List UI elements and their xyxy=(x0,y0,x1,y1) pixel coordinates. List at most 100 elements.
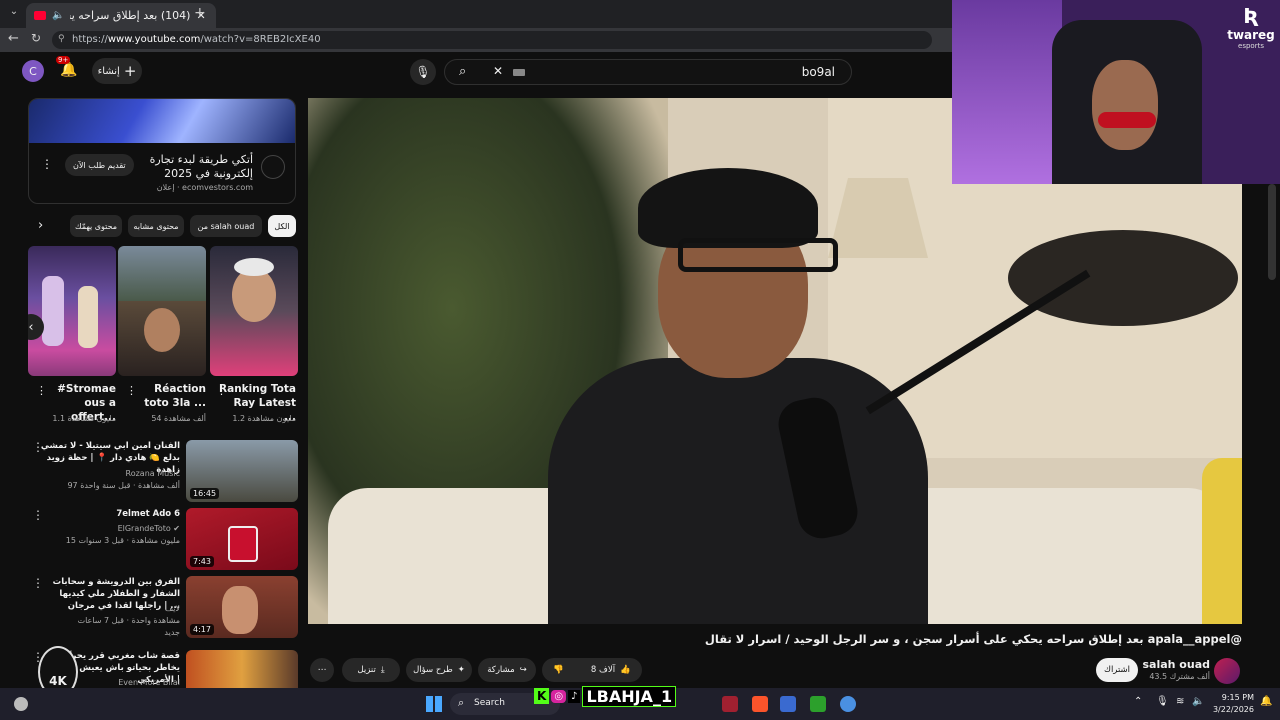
tab-title: (104) بعد إطلاق سراحه يحكي ع... xyxy=(70,9,191,22)
ask-button[interactable]: طرح سؤال ✦ xyxy=(406,658,472,682)
avatar[interactable]: C xyxy=(22,60,44,82)
like-icon[interactable]: 👍 xyxy=(620,665,631,675)
channel-name[interactable]: ElGrandeToto ✔ xyxy=(40,524,180,533)
chip-more-for-you[interactable]: محتوى يهمّك xyxy=(70,215,122,237)
guest-glasses xyxy=(678,238,838,272)
short-thumbnail-3[interactable] xyxy=(28,246,116,376)
ad-card[interactable]: أتكي طريقة لبدء تجارة إلكترونية في 2025 … xyxy=(28,98,296,204)
video-thumbnail[interactable]: 7:43 xyxy=(186,508,298,570)
short-thumbnail-2[interactable] xyxy=(118,246,206,376)
keyboard-icon[interactable] xyxy=(513,69,525,76)
browser-tab[interactable]: 🔈 (104) بعد إطلاق سراحه يحكي ع... ✕ xyxy=(26,3,216,28)
clock-time[interactable]: 9:15 PM xyxy=(1210,693,1254,702)
new-tab-icon[interactable]: + xyxy=(194,5,206,21)
clear-search-icon[interactable]: ✕ xyxy=(493,64,503,78)
taskbar-app-icon[interactable] xyxy=(780,696,796,712)
list-item[interactable]: 7:43 7elmet Ado 6 ElGrandeToto ✔ 15 مليو… xyxy=(28,508,298,572)
ad-logo xyxy=(261,155,285,179)
chips-prev-chevron-icon[interactable]: › xyxy=(38,218,43,233)
share-label: مشاركة xyxy=(487,665,515,675)
video-thumbnail[interactable]: 16:45 xyxy=(186,440,298,502)
brave-icon[interactable] xyxy=(752,696,768,712)
video-title[interactable]: 7elmet Ado 6 xyxy=(40,508,180,520)
weather-widget-icon[interactable] xyxy=(14,697,28,711)
microphone-icon: 🎙 xyxy=(415,65,431,79)
share-icon: ↪ xyxy=(519,665,527,675)
download-button[interactable]: تنزيل ⤓ xyxy=(342,658,400,682)
channel-name[interactable]: Rozana Music xyxy=(40,469,180,478)
video-thumbnail[interactable]: 4:17 xyxy=(186,576,298,638)
sparkle-icon: ✦ xyxy=(457,665,465,675)
guest-cap xyxy=(638,168,818,248)
clock-date[interactable]: 3/22/2026 xyxy=(1206,705,1254,714)
voice-search-button[interactable]: 🎙 xyxy=(410,59,436,85)
chip-related[interactable]: محتوى مشابه xyxy=(128,215,184,237)
dislike-icon[interactable]: 👎 xyxy=(553,665,564,675)
notification-center-icon[interactable]: 🔔 xyxy=(1260,696,1272,707)
list-item[interactable]: 16:45 الفنان امين ابي سيتيلا - لا تمشي ب… xyxy=(28,440,298,504)
ad-title[interactable]: أتكي طريقة لبدء تجارة إلكترونية في 2025 xyxy=(133,153,253,181)
site-info-icon[interactable]: ⚲ xyxy=(58,34,65,44)
share-button[interactable]: مشاركة ↪ xyxy=(478,658,536,682)
reload-icon[interactable]: ↻ xyxy=(31,31,41,45)
more-options-icon[interactable]: ⋮ xyxy=(32,508,44,522)
taskbar-search-label: Search xyxy=(474,698,505,708)
other-person-shoulder xyxy=(1202,458,1242,624)
chrome-icon[interactable] xyxy=(840,696,856,712)
search-input[interactable]: ⌕ ✕ bo9al xyxy=(444,59,852,85)
webcam-brand-logo: Ʀ twareg esports xyxy=(1224,4,1278,50)
brand-name: twareg xyxy=(1227,28,1275,42)
list-item[interactable]: 4:17 الفرق بين الدرويشة و سحابات الشفار … xyxy=(28,576,298,640)
tab-list-chevron-icon[interactable]: ⌄ xyxy=(6,6,22,22)
ad-cta-button[interactable]: تقديم طلب الآن xyxy=(65,154,134,176)
streamer-head xyxy=(1092,60,1158,150)
webcam-light xyxy=(952,0,1062,184)
speaker-icon[interactable]: 🔈 xyxy=(52,10,64,21)
channel-name[interactable]: salah ouad xyxy=(1140,658,1210,671)
like-dislike-group: 👎 8 آلاف 👍 xyxy=(542,658,642,682)
youtube-favicon-icon xyxy=(34,11,46,20)
chip-from-channel[interactable]: من salah ouad xyxy=(190,215,262,237)
ad-sponsor: إعلان · ecomvestors.com xyxy=(156,183,253,192)
filter-chips: › محتوى يهمّك محتوى مشابه من salah ouad … xyxy=(28,215,298,237)
chip-all[interactable]: الكل xyxy=(268,215,296,237)
video-title-heading: بعد إطلاق سراحه يحكي على أسرار سجن ، و س… xyxy=(704,632,1242,646)
tray-chevron-icon[interactable]: ⌃ xyxy=(1134,696,1142,707)
play-app-icon[interactable] xyxy=(810,696,826,712)
short-more-icon[interactable]: ⋮ xyxy=(36,384,47,397)
microphone-tray-icon[interactable]: 🎙 xyxy=(1156,696,1169,707)
windows-start-icon[interactable] xyxy=(426,696,442,712)
short-more-icon[interactable]: ⋮ xyxy=(126,384,137,397)
instagram-icon: ◎ xyxy=(551,689,567,703)
subscribe-button[interactable]: اشتراك xyxy=(1096,658,1138,682)
volume-icon[interactable]: 🔈 xyxy=(1192,696,1204,707)
short-title[interactable]: Réaction toto 3la ... xyxy=(128,382,206,410)
more-options-icon[interactable]: ⋮ xyxy=(32,440,44,454)
ad-more-icon[interactable]: ⋮ xyxy=(41,157,53,171)
search-value: bo9al xyxy=(801,65,835,79)
wifi-icon[interactable]: ≋ xyxy=(1176,696,1184,707)
url-path: /watch?v=8REB2IcXE40 xyxy=(200,34,321,45)
download-label: تنزيل xyxy=(357,665,376,675)
page-scrollbar[interactable] xyxy=(1268,184,1276,280)
short-hair xyxy=(234,258,274,276)
short-views: 1.1 مليون مشاهدة xyxy=(52,414,116,423)
video-thumbnail[interactable] xyxy=(186,650,298,688)
short-more-icon[interactable]: ⋮ xyxy=(216,384,227,397)
more-actions-button[interactable]: ⋯ xyxy=(310,658,334,682)
search-icon[interactable]: ⌕ xyxy=(459,64,466,79)
subscribe-label: اشتراك xyxy=(1103,665,1131,675)
short-thumbnail-1[interactable] xyxy=(210,246,298,376)
recommendations-sidebar: أتكي طريقة لبدء تجارة إلكترونية في 2025 … xyxy=(28,98,298,688)
tiktok-icon: ♪ xyxy=(568,689,581,703)
create-button[interactable]: إنشاء + xyxy=(92,58,142,84)
notifications-bell-icon[interactable]: 🔔 9+ xyxy=(56,56,78,80)
channel-name[interactable]: لايف xyxy=(40,604,180,613)
new-badge: جديد xyxy=(164,628,180,637)
back-arrow-icon[interactable]: ← xyxy=(8,31,19,46)
more-options-icon[interactable]: ⋮ xyxy=(32,576,44,590)
taskbar-app-icon[interactable] xyxy=(722,696,738,712)
url-field[interactable]: ⚲ https://www.youtube.com/watch?v=8REB2I… xyxy=(52,31,932,49)
ad-banner-image xyxy=(29,99,295,143)
channel-avatar[interactable] xyxy=(1214,658,1240,684)
